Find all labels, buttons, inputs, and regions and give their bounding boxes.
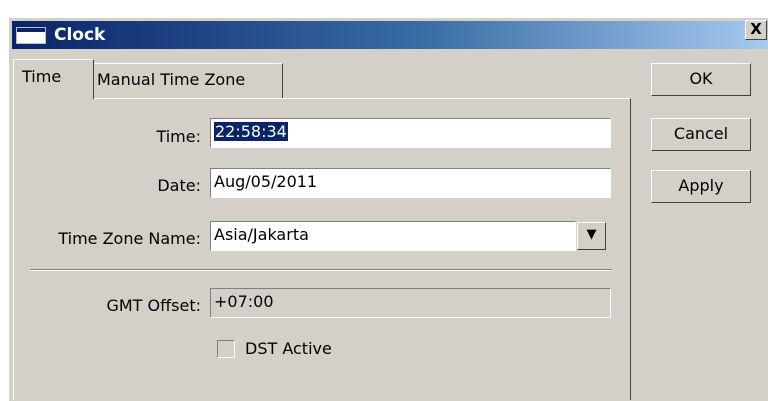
apply-button[interactable]: Apply: [651, 170, 751, 203]
close-button[interactable]: X: [745, 20, 767, 40]
ok-button[interactable]: OK: [651, 63, 751, 96]
cancel-button[interactable]: Cancel: [651, 118, 751, 151]
tab-panel-time: [13, 98, 631, 400]
tab-manual-time-zone[interactable]: Manual Time Zone: [88, 63, 283, 99]
title-bar[interactable]: Clock: [12, 21, 768, 49]
window-title: Clock: [54, 25, 106, 45]
window-icon: [16, 27, 46, 44]
tab-time[interactable]: Time: [13, 59, 94, 99]
